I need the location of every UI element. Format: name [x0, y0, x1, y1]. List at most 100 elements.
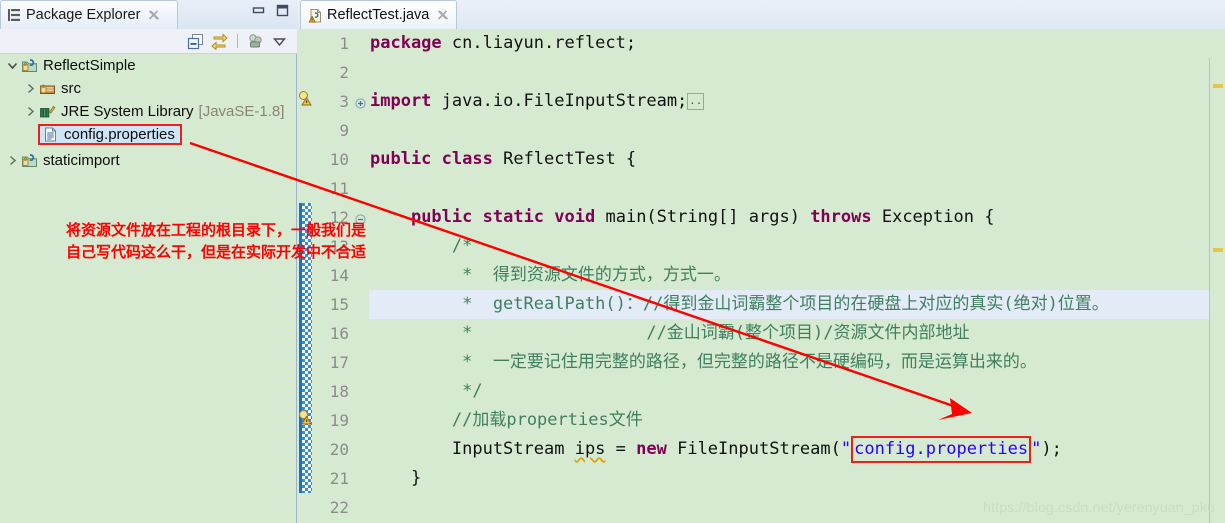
- code-text[interactable]: package cn.liayun.reflect; import java.i…: [370, 29, 1225, 523]
- toolbar-separator: [237, 34, 238, 48]
- line-number: 17: [329, 353, 349, 372]
- line-number: 20: [329, 440, 349, 459]
- tree-item-jre-system-library[interactable]: JRE System Library [JavaSE-1.8]: [0, 100, 296, 123]
- code-token: InputStream: [370, 439, 575, 459]
- code-line: import java.io.FileInputStream;..: [370, 87, 705, 116]
- comment-token: * getRealPath()：//得到金山词霸整个项目的在硬盘上对应的真实(绝…: [370, 294, 1109, 314]
- line-number: 22: [329, 498, 349, 517]
- keyword-package: package: [370, 33, 442, 53]
- overview-warning-mark[interactable]: [1213, 84, 1223, 88]
- source-folder-icon: [39, 80, 56, 97]
- line-number: 9: [339, 121, 349, 140]
- eclipse-window: Package Explorer ReflectSimple src JRE S…: [0, 0, 1225, 523]
- code-line: * 得到资源文件的方式，方式一。: [370, 261, 731, 290]
- maximize-icon[interactable]: [275, 4, 290, 17]
- comment-token: * //金山词霸(整个项目)/资源文件内部地址: [370, 323, 970, 343]
- keyword-static: static: [482, 207, 545, 227]
- tree-item-config-properties[interactable]: config.properties: [0, 123, 296, 146]
- keyword-public: public: [370, 149, 432, 169]
- folding-ruler[interactable]: [354, 29, 369, 523]
- twisty-collapsed-icon[interactable]: [24, 105, 37, 118]
- twisty-collapsed-icon[interactable]: [6, 154, 19, 167]
- editor-area: ReflectTest.java 1 2 3 9 10 11 12 13 14 …: [297, 0, 1225, 523]
- close-icon[interactable]: [147, 9, 160, 22]
- twisty-collapsed-icon[interactable]: [24, 82, 37, 95]
- code-token: java.io.FileInputStream;: [431, 91, 688, 111]
- link-with-editor-icon[interactable]: [211, 32, 228, 51]
- warning-marker-icon[interactable]: [298, 409, 314, 430]
- code-line: * 一定要记住用完整的路径，但完整的路径不是硬编码，而是运算出来的。: [370, 348, 1037, 377]
- comment-token: */: [370, 381, 483, 401]
- line-number: 1: [339, 34, 349, 53]
- code-line: //加载properties文件: [370, 406, 643, 435]
- tree-item-staticimport[interactable]: staticimport: [0, 149, 296, 172]
- line-number: 11: [329, 179, 349, 198]
- chevron-down-icon[interactable]: [271, 33, 288, 50]
- java-project-icon: [21, 57, 38, 74]
- tree-item-reflectsimple[interactable]: ReflectSimple: [0, 54, 296, 77]
- java-file-warning-icon: [308, 8, 322, 23]
- view-window-controls: [251, 4, 290, 17]
- tab-reflecttest-java[interactable]: ReflectTest.java: [300, 0, 458, 29]
- line-number-ruler: 1 2 3 9 10 11 12 13 14 15 16 17 18 19 20…: [316, 29, 355, 523]
- keyword-new: new: [636, 439, 667, 459]
- fold-expand-icon[interactable]: [355, 96, 366, 109]
- package-explorer-toolbar: [0, 29, 297, 54]
- tree-item-label: ReflectSimple: [43, 57, 136, 74]
- keyword-public: public: [410, 207, 473, 227]
- code-token: }: [370, 468, 422, 488]
- code-token: ": [840, 439, 852, 459]
- comment-token: /*: [370, 236, 473, 256]
- folded-imports-icon[interactable]: ..: [687, 92, 705, 110]
- code-line: * //金山词霸(整个项目)/资源文件内部地址: [370, 319, 970, 348]
- tree-item-label: config.properties: [64, 126, 175, 143]
- code-line: /*: [370, 232, 472, 261]
- view-tabbar: Package Explorer: [0, 0, 297, 29]
- close-icon[interactable]: [436, 9, 449, 22]
- editor-tabbar: ReflectTest.java: [297, 0, 1225, 29]
- tab-label: Package Explorer: [26, 7, 141, 23]
- overview-warning-mark[interactable]: [1213, 248, 1223, 252]
- project-tree[interactable]: ReflectSimple src JRE System Library [Ja…: [0, 54, 297, 523]
- line-number: 14: [329, 266, 349, 285]
- tab-package-explorer[interactable]: Package Explorer: [0, 0, 178, 29]
- code-token: Exception {: [871, 207, 995, 227]
- line-number: 16: [329, 324, 349, 343]
- highlighted-string-config-properties[interactable]: config.properties: [851, 436, 1032, 463]
- code-line: public class ReflectTest {: [370, 145, 636, 174]
- variable-ips: ips: [574, 439, 606, 459]
- collapse-all-icon[interactable]: [187, 33, 204, 50]
- line-number: 15: [329, 295, 349, 314]
- comment-token: * 一定要记住用完整的路径，但完整的路径不是硬编码，而是运算出来的。: [370, 352, 1037, 372]
- keyword-void: void: [554, 207, 596, 227]
- annotation-text-line1: 将资源文件放在工程的根目录下，一般我们是: [66, 221, 367, 239]
- tree-item-src[interactable]: src: [0, 77, 296, 100]
- line-number: 21: [329, 469, 349, 488]
- minimize-icon[interactable]: [251, 4, 266, 17]
- tree-item-suffix: [JavaSE-1.8]: [198, 103, 285, 120]
- code-token: =: [605, 439, 637, 459]
- code-line: package cn.liayun.reflect;: [370, 29, 636, 58]
- selection-highlight: config.properties: [38, 124, 182, 145]
- package-explorer-icon: [7, 8, 21, 22]
- code-token: ": [1031, 439, 1042, 459]
- code-token: FileInputStream(: [666, 439, 841, 459]
- code-editor[interactable]: 1 2 3 9 10 11 12 13 14 15 16 17 18 19 20…: [297, 29, 1225, 523]
- java-project-icon: [21, 152, 38, 169]
- code-line: */: [370, 377, 483, 406]
- twisty-expanded-icon[interactable]: [6, 59, 19, 72]
- tree-item-label: src: [61, 80, 81, 97]
- code-token: ReflectTest {: [492, 149, 637, 169]
- code-line: * getRealPath()：//得到金山词霸整个项目的在硬盘上对应的真实(绝…: [370, 290, 1109, 319]
- annotation-ruler[interactable]: [297, 29, 316, 523]
- warning-marker-icon[interactable]: [298, 90, 314, 111]
- overview-ruler[interactable]: [1209, 58, 1225, 523]
- focus-icon[interactable]: [247, 33, 264, 50]
- line-number: 19: [329, 411, 349, 430]
- tree-item-label: staticimport: [43, 152, 120, 169]
- annotation-text-line2: 自己写代码这么干，但是在实际开发中不合适: [66, 243, 367, 261]
